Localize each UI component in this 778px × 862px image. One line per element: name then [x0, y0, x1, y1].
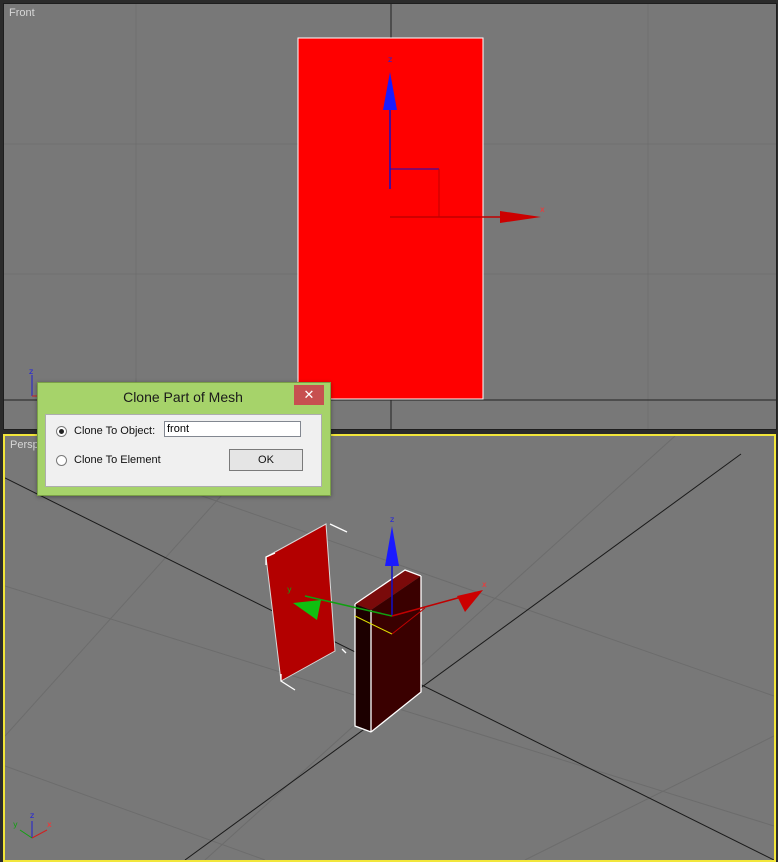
- perspective-viewport-label[interactable]: Persp: [10, 439, 39, 451]
- persp-z-axis-arrow[interactable]: [385, 526, 399, 566]
- front-axis-z-label: z: [29, 367, 33, 376]
- clone-to-object-radio[interactable]: [56, 425, 67, 437]
- x-axis-arrow[interactable]: [500, 211, 541, 223]
- persp-x-axis-arrow[interactable]: [457, 590, 483, 612]
- dialog-title: Clone Part of Mesh: [123, 389, 243, 405]
- clone-to-object-label: Clone To Object:: [74, 425, 156, 437]
- front-viewport[interactable]: z x z Front: [3, 3, 777, 430]
- clone-part-of-mesh-dialog: Clone Part of Mesh ✕ Clone To Object: Cl…: [37, 382, 331, 496]
- clone-to-element-option[interactable]: Clone To Element: [56, 452, 161, 468]
- clone-to-element-radio[interactable]: [56, 454, 67, 466]
- persp-axis-y-label: y: [13, 820, 18, 829]
- persp-axis-x-label: x: [47, 820, 52, 829]
- object-name-input[interactable]: [164, 421, 301, 437]
- front-viewport-label[interactable]: Front: [9, 7, 35, 19]
- gizmo-z-label: z: [388, 55, 392, 64]
- clone-to-element-label: Clone To Element: [74, 454, 161, 466]
- front-viewport-scene: z x z: [4, 4, 776, 429]
- dialog-body: Clone To Object: Clone To Element OK: [45, 414, 322, 487]
- persp-axis-z-label: z: [30, 811, 34, 820]
- ok-button[interactable]: OK: [229, 449, 303, 471]
- gizmo-x-label: x: [540, 205, 545, 214]
- persp-gizmo-y-label: y: [287, 585, 292, 594]
- selected-box-object[interactable]: [354, 569, 422, 733]
- persp-gizmo-z-label: z: [390, 515, 394, 524]
- persp-world-axis: z x y: [13, 811, 52, 839]
- clone-to-object-option[interactable]: Clone To Object:: [56, 423, 155, 439]
- persp-gizmo-x-label: x: [482, 580, 487, 589]
- perspective-viewport[interactable]: z y x z x y Persp: [3, 434, 776, 862]
- perspective-viewport-scene: z y x z x y: [5, 436, 774, 860]
- close-button[interactable]: ✕: [294, 385, 324, 405]
